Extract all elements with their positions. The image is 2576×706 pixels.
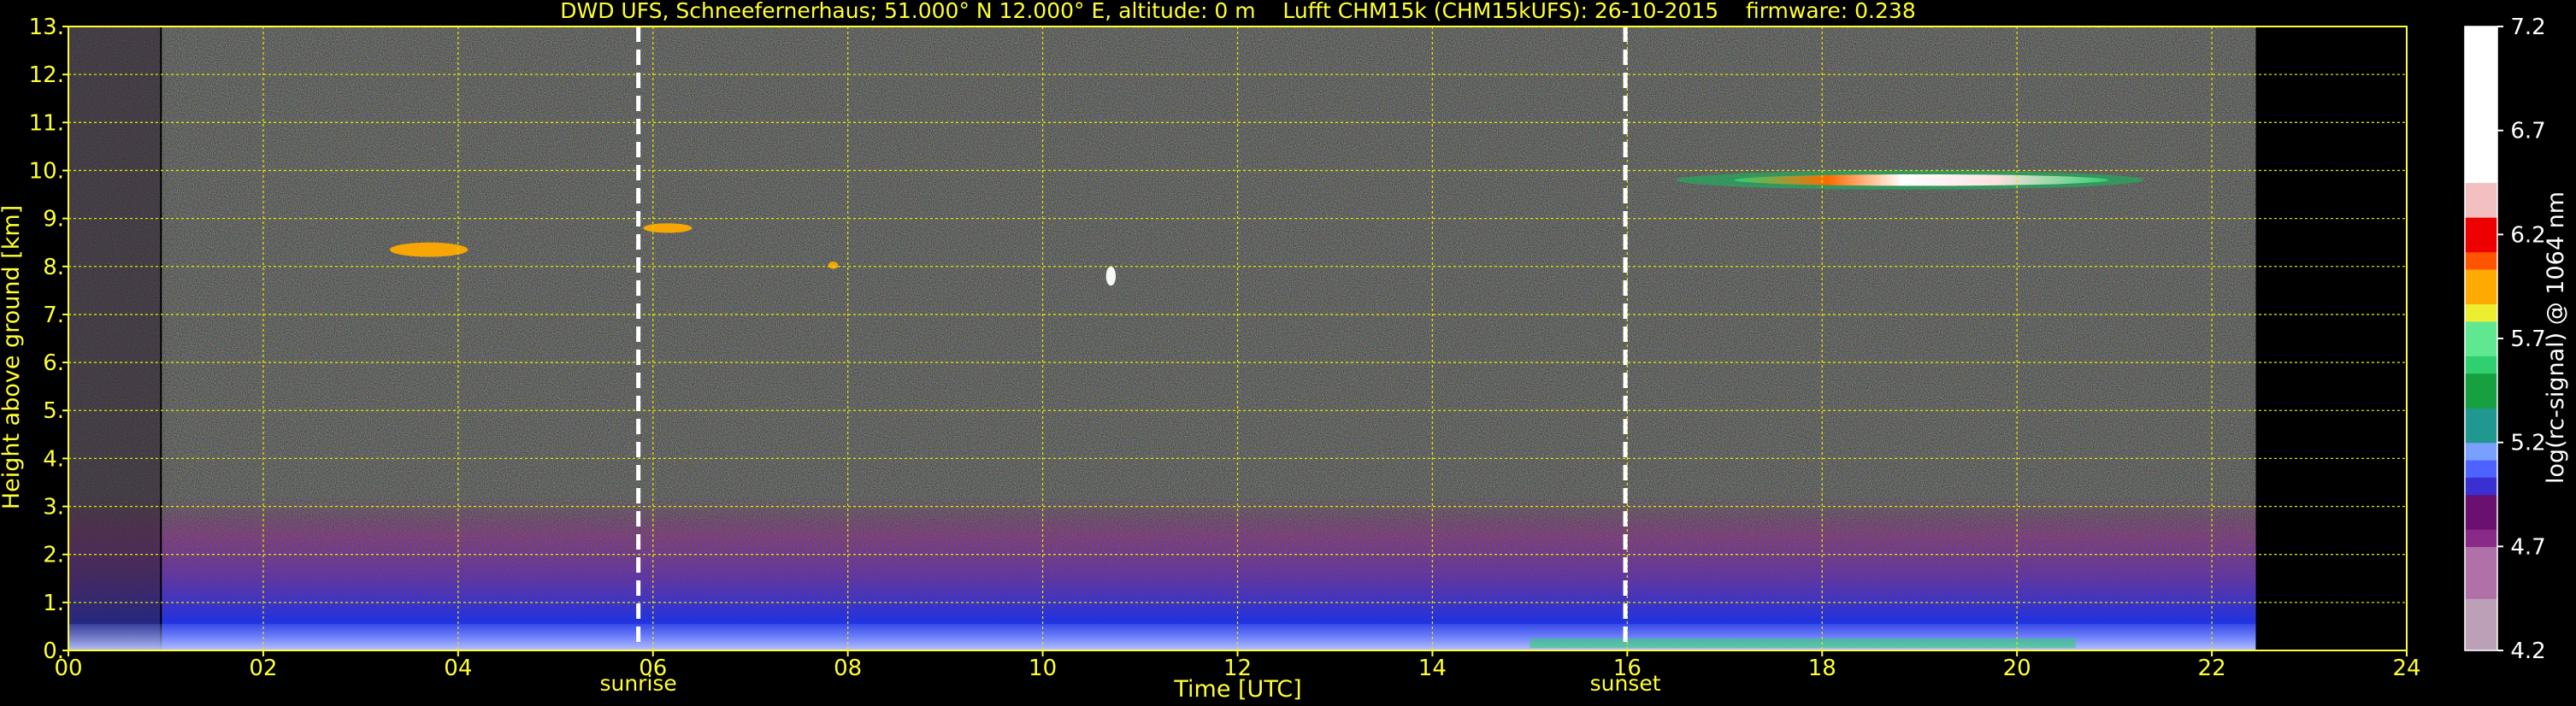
colorbar: 4.2 4.7 5.2 5.7 6.2 6.7 7.2 [2464, 15, 2546, 664]
x-tick-label: 02 [249, 656, 277, 681]
y-tick-label: 12. [29, 62, 64, 88]
y-tick-label: 13. [29, 15, 64, 40]
colorbar-tick-label: 4.7 [2510, 534, 2545, 560]
colorbar-segment [2465, 147, 2497, 166]
colorbar-segment [2465, 511, 2497, 530]
pre-start-region [68, 26, 162, 650]
x-tick-label: 20 [2003, 656, 2031, 681]
surface-aerosol-band [1530, 638, 2076, 649]
colorbar-segment [2465, 459, 2497, 478]
chart-title: DWD UFS, Schneefernerhaus; 51.000° N 12.… [560, 0, 1915, 23]
colorbar-segment [2465, 251, 2497, 270]
colorbar-segment [2465, 338, 2497, 356]
x-tick-label: 10 [1029, 656, 1057, 681]
y-tick-label: 6. [43, 350, 64, 376]
colorbar-tick-label: 4.2 [2510, 638, 2545, 664]
colorbar-segment [2465, 373, 2497, 391]
colorbar-segment [2465, 234, 2497, 253]
y-tick-label: 4. [43, 446, 64, 472]
colorbar-segment [2465, 286, 2497, 305]
colorbar-tick-label: 7.2 [2510, 15, 2545, 40]
colorbar-tick-label: 6.2 [2510, 222, 2545, 248]
colorbar-segment [2465, 165, 2497, 184]
colorbar-segment [2465, 442, 2497, 461]
colorbar-segment [2465, 199, 2497, 218]
y-tick-label: 10. [29, 158, 64, 184]
colorbar-tick-label: 5.7 [2510, 327, 2545, 352]
y-axis-label: Height above ground [km] [0, 205, 25, 509]
cloud-feature [1734, 174, 2109, 186]
x-axis-label: Time [UTC] [1173, 676, 1301, 703]
colorbar-segment [2465, 408, 2497, 426]
colorbar-segment [2465, 217, 2497, 235]
colorbar-segment [2465, 130, 2497, 149]
colorbar-segment [2465, 563, 2497, 582]
x-tick-label: 22 [2198, 656, 2226, 681]
ceilometer-figure: sunrise sunset 00 02 04 06 08 10 12 14 16 18 20 22 24… [0, 0, 2576, 706]
colorbar-tick-label: 6.7 [2510, 119, 2545, 144]
cloud-feature [1105, 266, 1117, 286]
y-tick-label: 8. [43, 255, 64, 280]
colorbar-segment [2465, 44, 2497, 62]
colorbar-segment [2465, 113, 2497, 132]
colorbar-segment [2465, 632, 2497, 651]
x-tick-label: 18 [1808, 656, 1836, 681]
x-tick-label: 04 [444, 656, 472, 681]
colorbar-segment [2465, 321, 2497, 339]
colorbar-segment [2465, 390, 2497, 409]
y-tick-label: 11. [29, 110, 64, 136]
colorbar-segment [2465, 182, 2497, 201]
y-tick-label: 9. [43, 207, 64, 232]
y-tick-label: 2. [43, 543, 64, 568]
y-tick-label: 0. [43, 638, 64, 664]
x-tick-label: 08 [834, 656, 862, 681]
colorbar-segment [2465, 494, 2497, 513]
colorbar-label: log(rc-signal) @ 1064 nm [2543, 191, 2569, 484]
colorbar-segment [2465, 529, 2497, 547]
colorbar-segment [2465, 303, 2497, 322]
colorbar-segment [2465, 546, 2497, 565]
instrument-start-line [160, 26, 162, 650]
colorbar-segment [2465, 425, 2497, 444]
cloud-feature [643, 223, 693, 233]
y-tick-label: 5. [43, 398, 64, 424]
x-tick-label: 14 [1418, 656, 1447, 681]
y-tick-label: 7. [43, 303, 64, 328]
colorbar-segment [2465, 598, 2497, 617]
colorbar-segment [2465, 615, 2497, 634]
y-tick-label: 3. [43, 495, 64, 521]
x-tick-label: 24 [2392, 656, 2420, 681]
colorbar-tick-label: 5.2 [2510, 431, 2545, 456]
colorbar-segment [2465, 96, 2497, 114]
y-tick-label: 1. [43, 591, 64, 616]
cloud-feature [828, 262, 839, 269]
colorbar-segment [2465, 26, 2497, 44]
x-tick-label: 06 [639, 656, 667, 681]
x-tick-label: 16 [1613, 656, 1642, 681]
colorbar-segment [2465, 477, 2497, 496]
colorbar-segment [2465, 356, 2497, 374]
ceilometer-chart: sunrise sunset 00 02 04 06 08 10 12 14 16 18 20 22 24… [0, 0, 2569, 703]
colorbar-segment [2465, 268, 2497, 287]
colorbar-segment [2465, 580, 2497, 599]
colorbar-segment [2465, 78, 2497, 97]
backscatter-field [68, 26, 2256, 650]
colorbar-segment [2465, 61, 2497, 79]
cloud-feature [390, 242, 469, 257]
